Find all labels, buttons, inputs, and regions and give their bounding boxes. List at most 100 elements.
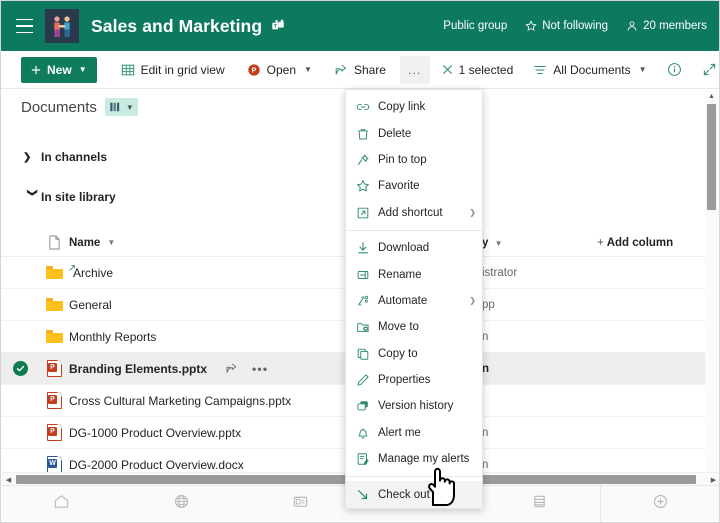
modified-by-column-header[interactable]: y ▼ — [482, 237, 597, 249]
menu-label: Download — [378, 242, 429, 254]
menu-label: Pin to top — [378, 154, 427, 166]
more-commands-button[interactable]: ... — [400, 56, 430, 84]
folder-icon — [39, 330, 69, 343]
menu-item-check-out[interactable]: Check out — [346, 481, 482, 507]
hamburger-icon[interactable] — [9, 11, 39, 41]
row-modified-by: istrator — [482, 267, 597, 279]
shortcut-arrow-icon — [68, 264, 76, 272]
row-name-cell[interactable]: Archive — [69, 266, 367, 280]
menu-label: Delete — [378, 128, 411, 140]
ellipsis-icon[interactable]: ••• — [252, 362, 268, 376]
row-name-label: Branding Elements.pptx — [69, 362, 207, 376]
new-button[interactable]: New ▼ — [21, 57, 97, 83]
vertical-scrollbar-thumb[interactable] — [707, 104, 716, 210]
row-name-cell[interactable]: General — [69, 298, 367, 312]
menu-item-properties[interactable]: Properties — [346, 367, 482, 393]
add-column-label: Add column — [607, 237, 673, 249]
move-to-folder-icon — [355, 320, 370, 334]
library-title: Documents — [21, 99, 97, 116]
menu-item-add-shortcut[interactable]: Add shortcut ❯ — [346, 200, 482, 226]
powerpoint-icon: P — [247, 63, 261, 77]
manage-alerts-icon — [355, 452, 370, 466]
plus-icon — [31, 65, 41, 75]
sharepoint-document-library-window: Sales and Marketing T Public group Not f… — [0, 0, 720, 523]
nav-news-button[interactable] — [241, 486, 361, 522]
star-icon — [355, 179, 370, 193]
share-button[interactable]: Share — [326, 56, 394, 84]
row-name-cell[interactable]: DG-2000 Product Overview.docx — [69, 458, 367, 472]
menu-label: Rename — [378, 269, 421, 281]
row-name-label: Archive — [73, 266, 113, 280]
members-button[interactable]: 20 members — [626, 20, 707, 32]
menu-item-manage-my-alerts[interactable]: Manage my alerts — [346, 446, 482, 472]
nav-list-button[interactable] — [480, 486, 600, 522]
list-icon — [531, 493, 548, 515]
site-header-actions: Public group Not following 20 members — [443, 20, 707, 32]
add-column-button[interactable]: + Add column — [597, 237, 707, 249]
vertical-scrollbar[interactable]: ▲ ▼ — [705, 90, 718, 486]
menu-item-favorite[interactable]: Favorite — [346, 173, 482, 199]
checkmark-circle-icon — [13, 361, 28, 376]
row-name-cell[interactable]: Monthly Reports — [69, 330, 367, 344]
row-modified-by: n — [482, 459, 597, 471]
row-name-cell[interactable]: Cross Cultural Marketing Campaigns.pptx — [69, 394, 367, 408]
add-shortcut-icon — [355, 206, 370, 220]
expand-button[interactable] — [694, 56, 720, 84]
chevron-down-icon: ▼ — [304, 65, 312, 74]
menu-item-automate[interactable]: Automate ❯ — [346, 288, 482, 314]
share-label: Share — [354, 63, 386, 77]
pin-icon — [355, 153, 370, 167]
triangle-up-icon[interactable]: ▲ — [705, 90, 718, 103]
nav-globe-button[interactable] — [122, 486, 242, 522]
selected-count-label: 1 selected — [459, 63, 514, 77]
share-icon — [334, 63, 348, 77]
svg-text:P: P — [251, 67, 256, 74]
bell-icon — [355, 426, 370, 440]
follow-button[interactable]: Not following — [525, 20, 608, 32]
info-button[interactable] — [659, 56, 690, 84]
menu-item-version-history[interactable]: Version history — [346, 393, 482, 419]
menu-item-rename[interactable]: Rename — [346, 261, 482, 287]
name-column-header[interactable]: Name ▼ — [69, 237, 367, 249]
view-switcher-button[interactable]: All Documents ▼ — [525, 56, 654, 84]
chevron-down-icon: ▼ — [495, 239, 503, 248]
plus-icon: + — [597, 237, 604, 249]
menu-item-download[interactable]: Download — [346, 235, 482, 261]
news-icon — [292, 493, 309, 515]
site-logo-handshake-icon[interactable] — [45, 9, 79, 43]
row-checkbox[interactable] — [1, 361, 39, 376]
library-view-badge[interactable]: ▼ — [105, 98, 138, 116]
menu-item-copy-link[interactable]: Copy link — [346, 94, 482, 120]
home-icon — [53, 493, 70, 515]
menu-item-alert-me[interactable]: Alert me — [346, 420, 482, 446]
menu-item-move-to[interactable]: Move to — [346, 314, 482, 340]
command-bar-right: 1 selected All Documents ▼ — [430, 56, 720, 84]
menu-item-copy-to[interactable]: Copy to — [346, 341, 482, 367]
pencil-icon — [355, 373, 370, 387]
menu-label: Copy link — [378, 101, 425, 113]
new-label: New — [47, 63, 72, 77]
menu-item-delete[interactable]: Delete — [346, 120, 482, 146]
open-button[interactable]: P Open ▼ — [239, 56, 320, 84]
row-name-cell[interactable]: Branding Elements.pptx ••• — [69, 362, 367, 376]
automate-flow-icon — [355, 294, 370, 308]
star-icon — [525, 20, 537, 32]
menu-item-pin-to-top[interactable]: Pin to top — [346, 147, 482, 173]
clear-selection-button[interactable]: 1 selected — [434, 56, 522, 84]
share-icon[interactable] — [225, 362, 238, 375]
row-name-cell[interactable]: DG-1000 Product Overview.pptx — [69, 426, 367, 440]
nav-home-button[interactable] — [2, 486, 122, 522]
row-modified-by: n — [482, 363, 597, 375]
edit-in-grid-view-button[interactable]: Edit in grid view — [113, 56, 233, 84]
group-in-channels-label: In channels — [41, 150, 107, 164]
menu-label: Favorite — [378, 180, 420, 192]
row-name-label: DG-1000 Product Overview.pptx — [69, 426, 241, 440]
chevron-down-icon: ▼ — [79, 65, 87, 74]
link-icon — [355, 100, 370, 114]
file-type-column-header[interactable] — [39, 235, 69, 250]
info-icon — [667, 62, 682, 77]
row-name-label: Cross Cultural Marketing Campaigns.pptx — [69, 394, 291, 408]
follow-label: Not following — [542, 20, 608, 32]
nav-add-button[interactable] — [601, 486, 720, 522]
menu-label: Properties — [378, 374, 430, 386]
